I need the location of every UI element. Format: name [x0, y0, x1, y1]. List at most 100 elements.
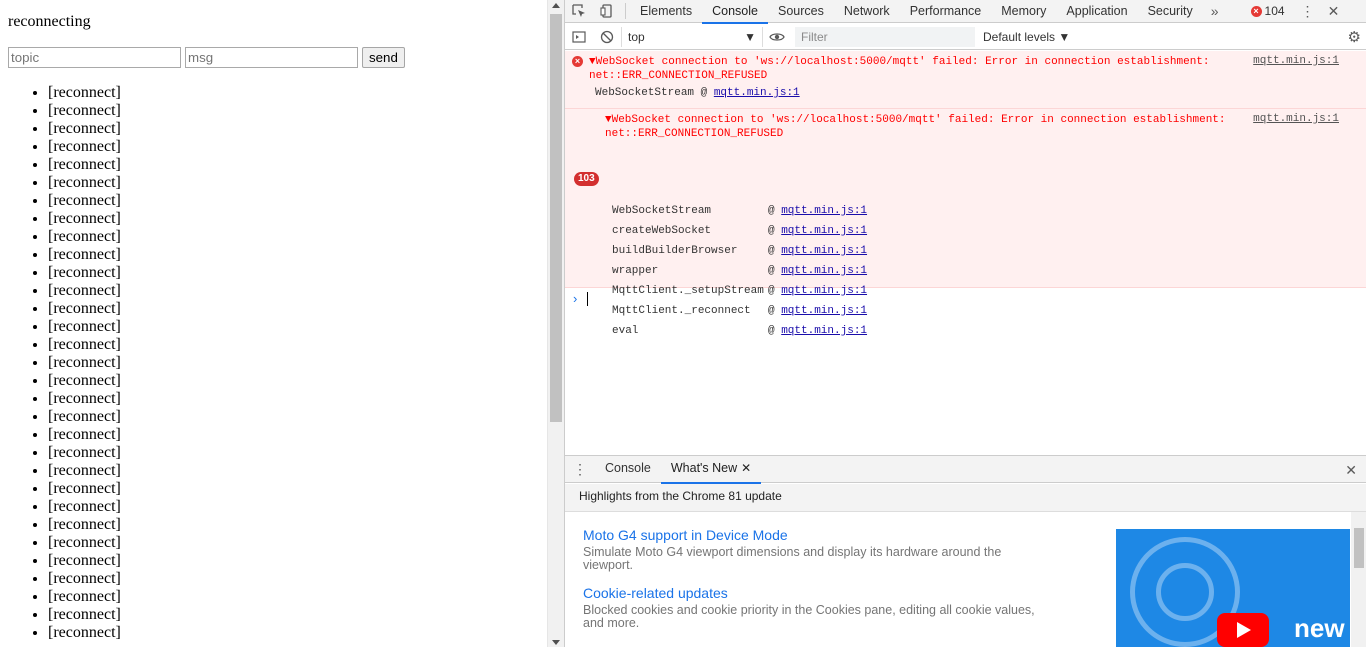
at-symbol: @ — [768, 265, 782, 277]
stack-frame-function: buildBuilderBrowser — [612, 245, 738, 257]
message-item: [reconnect] — [48, 192, 121, 210]
message-item: [reconnect] — [48, 156, 121, 174]
more-tabs-icon[interactable]: » — [1203, 3, 1227, 19]
sidebar-toggle-icon[interactable] — [565, 24, 593, 50]
whats-new-item-title[interactable]: Cookie-related updates — [583, 585, 1043, 601]
stack-frame-link[interactable]: mqtt.min.js:1 — [781, 325, 867, 337]
console-error-message-grouped[interactable]: 103 ▼WebSocket connection to 'ws://local… — [565, 109, 1366, 337]
panel-tabs: Elements Console Sources Network Performance… — [630, 0, 1203, 24]
drawer-toolbar: ⋮ Console What's New ✕ ✕ — [565, 455, 1366, 484]
message-item: [reconnect] — [48, 426, 121, 444]
msg-input[interactable] — [185, 47, 358, 68]
close-tab-icon[interactable]: ✕ — [741, 461, 751, 475]
stack-frame-function: eval — [612, 325, 639, 337]
stack-trace: WebSocketStream @ mqtt.min.js:1 — [595, 87, 800, 99]
scrollbar-thumb[interactable] — [550, 14, 562, 422]
message-item: [reconnect] — [48, 408, 121, 426]
message-item: [reconnect] — [48, 228, 121, 246]
console-caret[interactable] — [587, 292, 588, 306]
source-link[interactable]: mqtt.min.js:1 — [1253, 55, 1339, 67]
message-item: [reconnect] — [48, 534, 121, 552]
stack-frame-function: WebSocketStream — [612, 205, 712, 217]
scroll-down-icon[interactable] — [552, 640, 560, 645]
close-devtools-icon[interactable]: ✕ — [1323, 3, 1345, 20]
stack-frame: createWebSocket @ mqtt.min.js:1 — [612, 225, 867, 239]
stack-frame-link[interactable]: mqtt.min.js:1 — [781, 285, 867, 297]
stack-link[interactable]: mqtt.min.js:1 — [714, 87, 800, 99]
drawer-tab-console[interactable]: Console — [595, 455, 661, 483]
tab-security[interactable]: Security — [1138, 0, 1203, 23]
at-symbol: @ — [768, 325, 782, 337]
tab-application[interactable]: Application — [1056, 0, 1137, 23]
inspect-element-icon[interactable] — [565, 0, 593, 23]
youtube-play-icon[interactable] — [1217, 613, 1269, 647]
devtools-main-toolbar: Elements Console Sources Network Performance… — [565, 0, 1366, 24]
connection-status: reconnecting — [8, 13, 91, 30]
message-item: [reconnect] — [48, 462, 121, 480]
message-item: [reconnect] — [48, 120, 121, 138]
error-counter[interactable]: × 104 — [1250, 4, 1285, 18]
whats-new-video-thumbnail[interactable]: new — [1116, 529, 1350, 647]
topic-input[interactable] — [8, 47, 181, 68]
stack-frame-link[interactable]: mqtt.min.js:1 — [781, 205, 867, 217]
stack-frame-function: wrapper — [612, 265, 659, 277]
console-output[interactable]: × ▼WebSocket connection to 'ws://localho… — [565, 51, 1366, 454]
stack-frame-link[interactable]: mqtt.min.js:1 — [781, 305, 867, 317]
whats-new-item-title[interactable]: Moto G4 support in Device Mode — [583, 527, 1043, 543]
message-item: [reconnect] — [48, 606, 121, 624]
tab-console[interactable]: Console — [702, 0, 768, 24]
message-item: [reconnect] — [48, 318, 121, 336]
tab-sources[interactable]: Sources — [768, 0, 834, 23]
drawer-menu-icon[interactable]: ⋮ — [565, 461, 595, 478]
chevron-down-icon: ▼ — [744, 29, 756, 44]
repeat-count-badge: 103 — [574, 172, 599, 186]
whats-new-scrollbar[interactable] — [1351, 512, 1366, 647]
tab-performance[interactable]: Performance — [900, 0, 992, 23]
source-link[interactable]: mqtt.min.js:1 — [1253, 113, 1339, 125]
context-selector[interactable]: top ▼ — [621, 26, 763, 47]
kebab-menu-icon[interactable]: ⋮ — [1297, 3, 1319, 20]
tab-memory[interactable]: Memory — [991, 0, 1056, 23]
context-value: top — [628, 29, 645, 44]
device-toolbar-icon[interactable] — [593, 0, 621, 23]
stack-frame-link[interactable]: mqtt.min.js:1 — [781, 245, 867, 257]
message-item: [reconnect] — [48, 390, 121, 408]
thumbnail-caption: new — [1294, 613, 1345, 643]
message-item: [reconnect] — [48, 354, 121, 372]
message-item: [reconnect] — [48, 624, 121, 642]
whats-new-item[interactable]: Cookie-related updates Blocked cookies a… — [583, 585, 1043, 630]
at-symbol: @ — [768, 285, 782, 297]
stack-frame-link[interactable]: mqtt.min.js:1 — [781, 265, 867, 277]
stack-frame-function: MqttClient._setupStream — [612, 285, 764, 297]
console-error-message[interactable]: × ▼WebSocket connection to 'ws://localho… — [565, 51, 1366, 109]
filter-input[interactable] — [795, 26, 975, 47]
error-text: ▼WebSocket connection to 'ws://localhost… — [605, 114, 1226, 140]
message-list: [reconnect][reconnect][reconnect][reconn… — [48, 84, 121, 642]
send-button[interactable]: send — [362, 47, 405, 68]
drawer-tab-what-s-new[interactable]: What's New ✕ — [660, 455, 762, 484]
message-item: [reconnect] — [48, 372, 121, 390]
scroll-up-icon[interactable] — [552, 3, 560, 8]
message-item: [reconnect] — [48, 264, 121, 282]
console-settings-gear-icon[interactable]: ⚙ — [1348, 28, 1361, 46]
whats-new-content[interactable]: Moto G4 support in Device Mode Simulate … — [565, 512, 1366, 647]
log-levels-dropdown[interactable]: Default levels ▼ — [983, 30, 1070, 44]
live-expression-eye-icon[interactable] — [763, 24, 791, 50]
error-icon: × — [1250, 5, 1262, 17]
message-item: [reconnect] — [48, 336, 121, 354]
tab-network[interactable]: Network — [834, 0, 900, 23]
tab-elements[interactable]: Elements — [630, 0, 702, 23]
message-item: [reconnect] — [48, 84, 121, 102]
page-scrollbar[interactable] — [547, 0, 564, 647]
clear-console-icon[interactable] — [593, 24, 621, 50]
console-prompt-icon: › — [573, 291, 578, 306]
message-item: [reconnect] — [48, 588, 121, 606]
message-item: [reconnect] — [48, 300, 121, 318]
close-drawer-icon[interactable]: ✕ — [1345, 462, 1357, 479]
stack-frame-link[interactable]: mqtt.min.js:1 — [781, 225, 867, 237]
whats-new-item[interactable]: Moto G4 support in Device Mode Simulate … — [583, 527, 1043, 572]
scrollbar-thumb[interactable] — [1354, 528, 1364, 568]
message-item: [reconnect] — [48, 516, 121, 534]
whats-new-item-desc: Simulate Moto G4 viewport dimensions and… — [583, 545, 1002, 572]
message-item: [reconnect] — [48, 552, 121, 570]
